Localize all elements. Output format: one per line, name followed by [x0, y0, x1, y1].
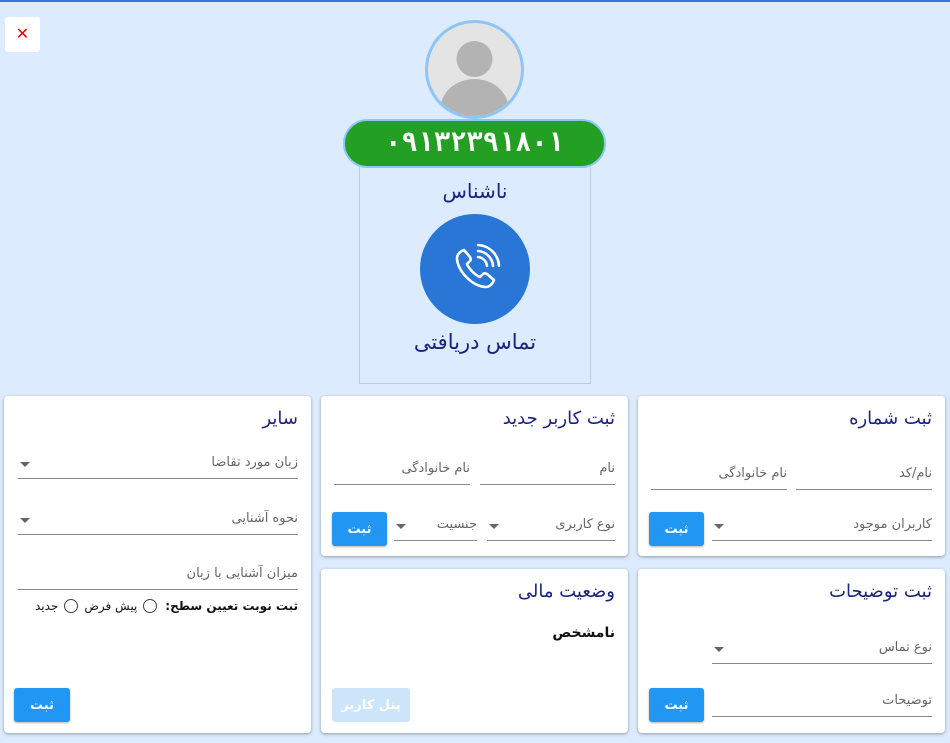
new-user-submit-button[interactable]: ثبت [332, 512, 387, 546]
radio-new[interactable] [64, 599, 79, 613]
user-panel-button[interactable]: پنل کاربر [332, 688, 410, 722]
notes-card-title: ثبت توضیحات [829, 581, 932, 602]
option-default-label: پیش فرض [84, 599, 138, 613]
notes-card: ثبت توضیحات نوع تماس توضیحات ثبت [638, 569, 945, 733]
family-name-label: نام خانوادگی [718, 466, 787, 481]
acquaintance-method-select[interactable]: نحوه آشنایی [18, 507, 298, 535]
option-new-label: جدید [34, 599, 59, 613]
close-button[interactable]: ✕ [5, 17, 40, 52]
phone-ringing-icon [455, 243, 501, 289]
level-test-label: ثبت نوبت تعیین سطح: [165, 599, 298, 613]
family-name-label: نام خانوادگی [401, 461, 470, 476]
requested-language-select[interactable]: زبان مورد تقاضا [18, 451, 298, 479]
other-submit-button[interactable]: ثبت [14, 688, 70, 722]
new-user-card: ثبت کاربر جدید نام نام خانوادگی نوع کارب… [321, 396, 628, 556]
first-name-label: نام [599, 461, 615, 476]
user-silhouette-icon [440, 41, 509, 116]
user-type-label: نوع کاربری [555, 517, 615, 532]
chevron-down-icon [714, 524, 724, 529]
language-familiarity-label: میزان آشنایی با زبان [186, 566, 298, 581]
name-code-input[interactable]: نام/کد [796, 462, 932, 490]
call-kind-select[interactable]: نوع تماس [712, 636, 932, 664]
gender-select[interactable]: جنسیت [394, 513, 477, 541]
avatar [425, 20, 524, 119]
description-input[interactable]: توضیحات [712, 689, 932, 717]
new-user-family-name-input[interactable]: نام خانوادگی [334, 457, 470, 485]
chevron-down-icon [714, 647, 724, 652]
other-card: سایر زبان مورد تقاضا نحوه آشنایی میزان آ… [4, 396, 311, 733]
new-user-card-title: ثبت کاربر جدید [502, 408, 615, 429]
chevron-down-icon [396, 524, 406, 529]
register-number-card: ثبت شماره نام/کد نام خانوادگی کاربران مو… [638, 396, 945, 556]
name-code-label: نام/کد [898, 466, 932, 481]
incoming-call-indicator [420, 214, 530, 324]
call-type-label: تماس دریافتی [413, 330, 537, 354]
register-number-submit-button[interactable]: ثبت [649, 512, 704, 546]
notes-submit-button[interactable]: ثبت [649, 688, 704, 722]
user-type-select[interactable]: نوع کاربری [487, 513, 615, 541]
caller-info-panel: ناشناس تماس دریافتی [359, 167, 591, 384]
register-family-name-input[interactable]: نام خانوادگی [651, 462, 787, 490]
gender-label: جنسیت [436, 517, 477, 532]
existing-users-label: کاربران موجود [853, 517, 932, 532]
chevron-down-icon [20, 518, 30, 523]
level-test-radio-group: ثبت نوبت تعیین سطح: پیش فرض جدید [33, 599, 298, 613]
call-kind-label: نوع تماس [878, 640, 932, 655]
financial-status-value: نامشخص [552, 625, 615, 641]
other-card-title: سایر [262, 408, 298, 429]
register-number-card-title: ثبت شماره [849, 408, 932, 429]
caller-name: ناشناس [442, 179, 508, 203]
caller-phone-number: ۰۹۱۳۲۳۹۱۸۰۱ [343, 119, 606, 168]
chevron-down-icon [20, 462, 30, 467]
first-name-input[interactable]: نام [480, 457, 615, 485]
radio-default[interactable] [143, 599, 158, 613]
acquaintance-method-label: نحوه آشنایی [231, 511, 298, 526]
description-label: توضیحات [882, 693, 932, 708]
financial-status-card: وضعیت مالی نامشخص پنل کاربر [321, 569, 628, 733]
chevron-down-icon [489, 524, 499, 529]
financial-status-card-title: وضعیت مالی [517, 581, 615, 602]
language-familiarity-input[interactable]: میزان آشنایی با زبان [18, 562, 298, 590]
requested-language-label: زبان مورد تقاضا [211, 455, 298, 470]
existing-users-select[interactable]: کاربران موجود [712, 513, 932, 541]
